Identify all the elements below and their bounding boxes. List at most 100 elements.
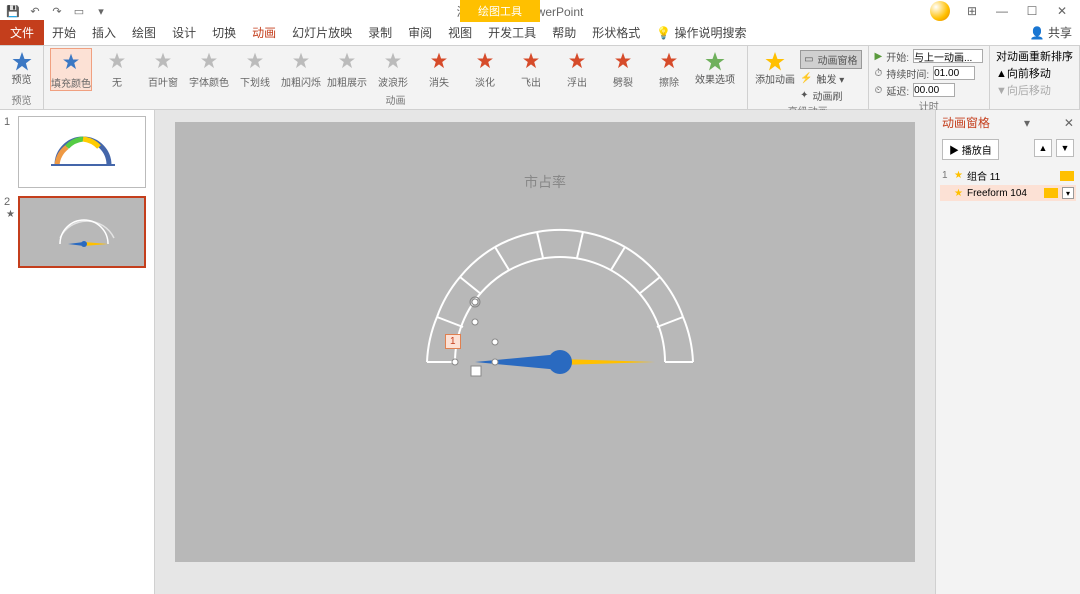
effect-label: 百叶窗 bbox=[148, 74, 178, 89]
star-icon bbox=[475, 51, 495, 71]
effect-disappear[interactable]: 消失 bbox=[418, 48, 460, 89]
tab-file[interactable]: 文件 bbox=[0, 20, 44, 45]
undo-icon[interactable]: ↶ bbox=[26, 2, 44, 20]
preview-group-label: 预览 bbox=[6, 92, 37, 109]
tab-draw[interactable]: 绘图 bbox=[124, 20, 164, 45]
star-icon bbox=[567, 51, 587, 71]
start-slideshow-icon[interactable]: ▭ bbox=[70, 2, 88, 20]
effect-label: 浮出 bbox=[567, 74, 587, 89]
start-label: 开始: bbox=[886, 49, 909, 64]
tab-view[interactable]: 视图 bbox=[440, 20, 480, 45]
effect-none[interactable]: 无 bbox=[96, 48, 138, 89]
effect-options-button[interactable]: 效果选项 bbox=[694, 48, 736, 86]
star-icon bbox=[245, 51, 265, 71]
effect-wave[interactable]: 波浪形 bbox=[372, 48, 414, 89]
trigger-button[interactable]: ⚡ 触发 ▾ bbox=[800, 71, 861, 86]
animation-painter-button[interactable]: ✦动画刷 bbox=[800, 88, 861, 103]
tab-shapeformat[interactable]: 形状格式 bbox=[584, 20, 648, 45]
gauge-shape[interactable] bbox=[175, 122, 915, 562]
trigger-label: 触发 ▾ bbox=[817, 71, 845, 86]
qat-more-icon[interactable]: ▾ bbox=[92, 2, 110, 20]
thumb-preview-icon bbox=[19, 117, 147, 189]
star-icon bbox=[659, 51, 679, 71]
contextual-tab-drawing[interactable]: 绘图工具 bbox=[460, 0, 540, 22]
tab-insert[interactable]: 插入 bbox=[84, 20, 124, 45]
start-icon: ▶ bbox=[875, 51, 883, 62]
tab-design[interactable]: 设计 bbox=[164, 20, 204, 45]
painter-icon: ✦ bbox=[800, 90, 808, 101]
anim-item-name: 组合 11 bbox=[967, 168, 1056, 183]
start-input[interactable] bbox=[913, 49, 983, 63]
anim-pane-options-icon[interactable]: ▾ bbox=[1024, 116, 1030, 130]
preview-button[interactable]: 预览 bbox=[6, 48, 37, 86]
move-up-button[interactable]: ▲ bbox=[1034, 139, 1052, 157]
tab-review[interactable]: 审阅 bbox=[400, 20, 440, 45]
share-button[interactable]: 👤 共享 bbox=[1022, 20, 1080, 45]
play-from-button[interactable]: ▶ 播放自 bbox=[942, 139, 999, 160]
tab-help[interactable]: 帮助 bbox=[544, 20, 584, 45]
maximize-icon[interactable]: ☐ bbox=[1018, 1, 1046, 21]
effect-boldflash[interactable]: 加粗闪烁 bbox=[280, 48, 322, 89]
tab-record[interactable]: 录制 bbox=[360, 20, 400, 45]
slide-number: 1 bbox=[4, 116, 14, 188]
star-icon bbox=[613, 51, 633, 71]
effect-fontcolor[interactable]: 字体颜色 bbox=[188, 48, 230, 89]
effect-fade[interactable]: 淡化 bbox=[464, 48, 506, 89]
effect-boldreveal[interactable]: 加粗展示 bbox=[326, 48, 368, 89]
ribbon-options-icon[interactable]: ⊞ bbox=[958, 1, 986, 21]
slide-number: 2 bbox=[4, 196, 10, 208]
anim-item-1[interactable]: 1 ★ 组合 11 bbox=[940, 166, 1076, 185]
slide-thumb-2[interactable] bbox=[18, 196, 146, 268]
effect-split[interactable]: 劈裂 bbox=[602, 48, 644, 89]
animation-pane-button[interactable]: ▭动画窗格 bbox=[800, 50, 861, 69]
effect-options-label: 效果选项 bbox=[695, 76, 735, 86]
star-icon bbox=[61, 52, 81, 72]
delay-input[interactable] bbox=[913, 83, 955, 97]
slide-canvas[interactable]: 市占率 bbox=[175, 122, 915, 562]
move-later-button[interactable]: ▼向后移动 bbox=[996, 82, 1051, 98]
delay-icon: ⏲ bbox=[875, 85, 883, 96]
trigger-icon: ⚡ bbox=[800, 73, 812, 84]
duration-input[interactable] bbox=[933, 66, 975, 80]
slide-canvas-area: 市占率 bbox=[155, 110, 935, 594]
anim-item-2[interactable]: ★ Freeform 104 ▾ bbox=[940, 185, 1076, 201]
effect-flyout[interactable]: 飞出 bbox=[510, 48, 552, 89]
redo-icon[interactable]: ↷ bbox=[48, 2, 66, 20]
effect-label: 消失 bbox=[429, 74, 449, 89]
tab-home[interactable]: 开始 bbox=[44, 20, 84, 45]
effect-label: 字体颜色 bbox=[189, 74, 229, 89]
anim-item-name: Freeform 104 bbox=[967, 188, 1040, 199]
save-icon[interactable]: 💾 bbox=[4, 2, 22, 20]
user-avatar[interactable] bbox=[930, 1, 950, 21]
tab-animations[interactable]: 动画 bbox=[244, 20, 284, 45]
effect-wipe[interactable]: 擦除 bbox=[648, 48, 690, 89]
duration-label: 持续时间: bbox=[886, 66, 929, 81]
move-earlier-button[interactable]: ▲向前移动 bbox=[996, 65, 1051, 81]
tab-slideshow[interactable]: 幻灯片放映 bbox=[284, 20, 360, 45]
add-animation-button[interactable]: 添加动画 bbox=[754, 48, 796, 86]
effect-fillcolor[interactable]: 填充颜色 bbox=[50, 48, 92, 91]
effect-blinds[interactable]: 百叶窗 bbox=[142, 48, 184, 89]
move-earlier-label: 向前移动 bbox=[1007, 68, 1051, 80]
effect-label: 擦除 bbox=[659, 74, 679, 89]
anim-item-dropdown-icon[interactable]: ▾ bbox=[1062, 187, 1074, 199]
close-icon[interactable]: ✕ bbox=[1048, 1, 1076, 21]
animation-pane: 动画窗格 ▾ ✕ ▶ 播放自 ▲ ▼ 1 ★ 组合 11 ★ Freeform … bbox=[935, 110, 1080, 594]
minimize-icon[interactable]: — bbox=[988, 1, 1016, 21]
emphasis-star-icon: ★ bbox=[954, 188, 963, 199]
tellme-search[interactable]: 💡 操作说明搜索 bbox=[648, 20, 754, 45]
animation-star-icon: ★ bbox=[6, 209, 15, 220]
move-down-button[interactable]: ▼ bbox=[1056, 139, 1074, 157]
animation-order-tag[interactable]: 1 bbox=[445, 334, 461, 349]
tab-transitions[interactable]: 切换 bbox=[204, 20, 244, 45]
effect-label: 填充颜色 bbox=[51, 75, 91, 90]
effect-label: 下划线 bbox=[240, 74, 270, 89]
effect-label: 波浪形 bbox=[378, 74, 408, 89]
tab-developer[interactable]: 开发工具 bbox=[480, 20, 544, 45]
star-icon bbox=[199, 51, 219, 71]
effect-floatout[interactable]: 浮出 bbox=[556, 48, 598, 89]
slide-thumb-1[interactable] bbox=[18, 116, 146, 188]
effect-underline[interactable]: 下划线 bbox=[234, 48, 276, 89]
thumb-preview-icon bbox=[20, 198, 148, 270]
anim-pane-close-icon[interactable]: ✕ bbox=[1064, 116, 1074, 130]
